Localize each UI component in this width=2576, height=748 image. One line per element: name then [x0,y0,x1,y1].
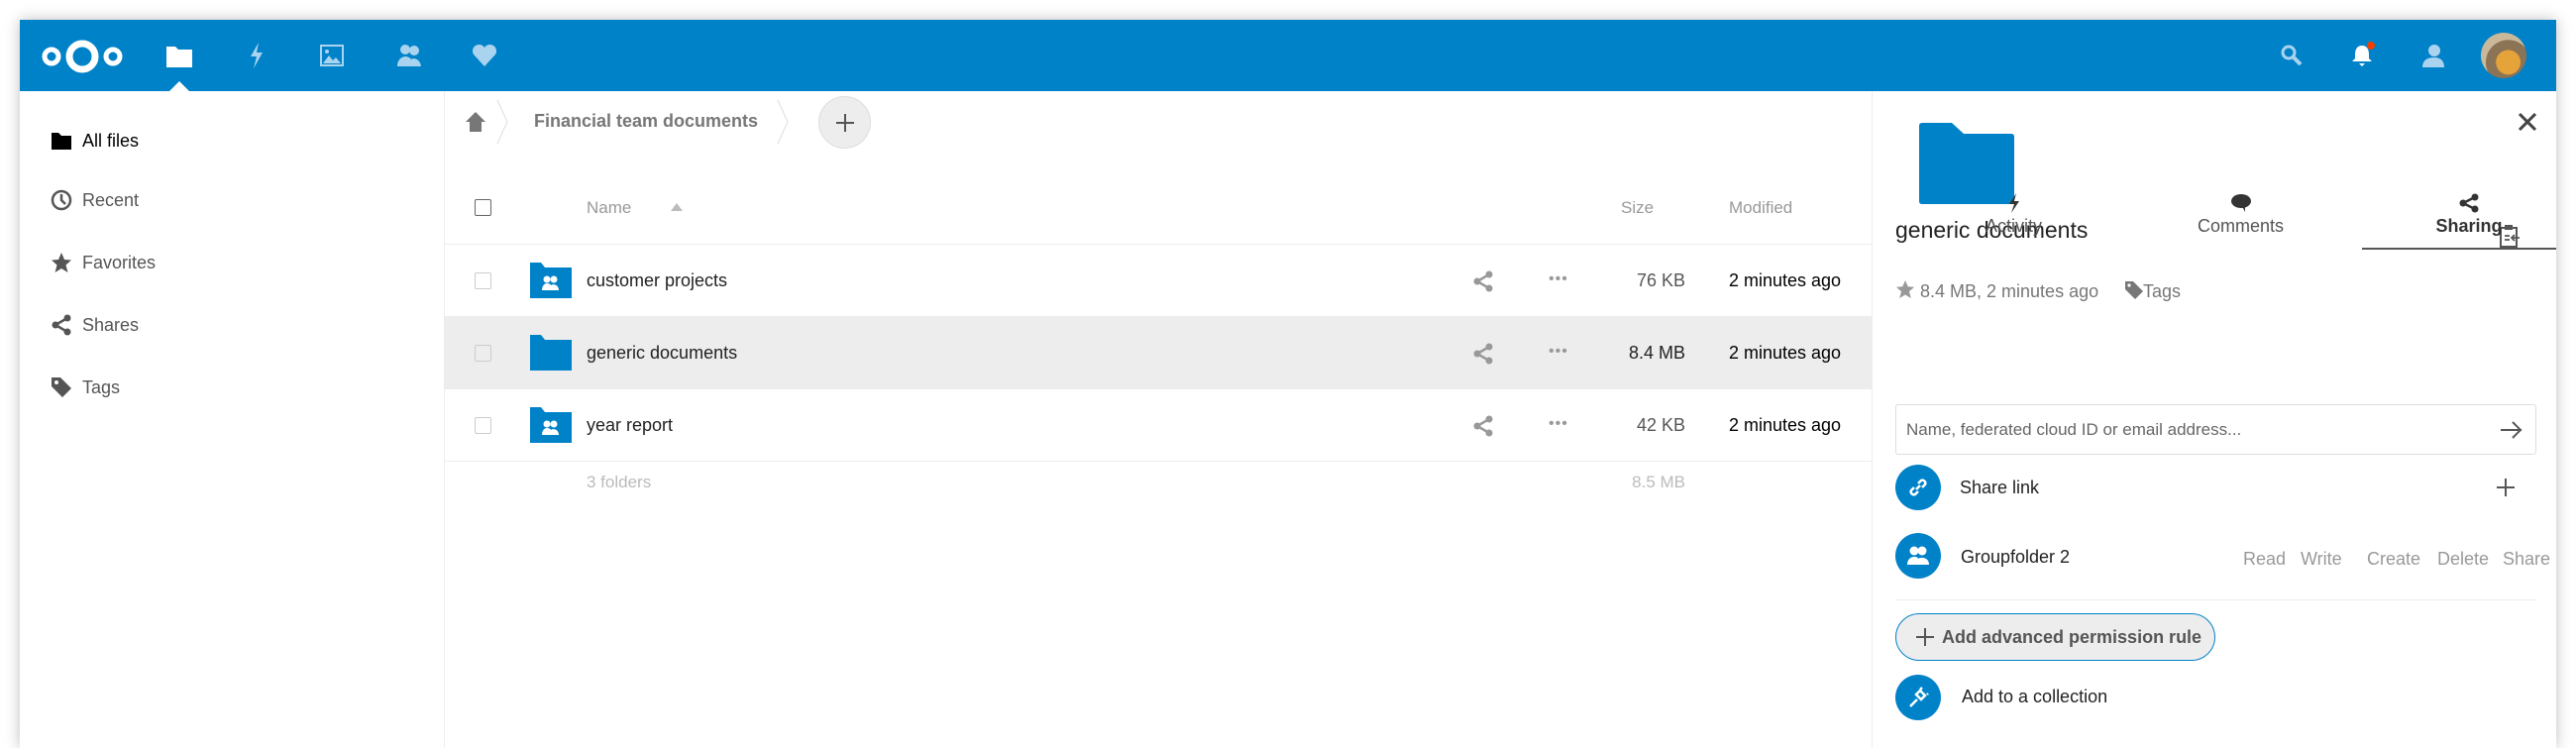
comment-icon [2134,190,2347,216]
folder-icon [50,129,73,153]
share-icon[interactable] [1472,270,1494,292]
permission-share[interactable]: Share [2503,549,2550,570]
app-window: All files Recent Favorites Shares Tags F… [20,20,2556,748]
sidebar-item-recent[interactable]: Recent [20,169,445,231]
row-checkbox[interactable] [475,417,491,434]
arrow-right-icon[interactable] [2500,420,2523,440]
details-meta: 8.4 MB, 2 minutes ago [1920,281,2099,301]
details-sidebar: generic documents 8.4 MB, 2 minutes ago … [1872,91,2556,748]
tags-link[interactable]: Tags [2143,281,2181,302]
sidebar-item-shares[interactable]: Shares [20,294,445,356]
file-size: 76 KB [1636,270,1685,290]
home-icon[interactable] [465,111,486,138]
add-to-collection[interactable]: Add to a collection [1962,687,2107,707]
files-app-icon[interactable] [161,38,197,73]
tab-activity[interactable]: Activity [1907,190,2120,250]
file-size: 8.4 MB [1628,343,1685,363]
select-all-checkbox[interactable] [475,199,491,216]
more-actions-icon[interactable]: ••• [1549,343,1568,361]
clock-icon [50,188,73,212]
tag-icon [2125,281,2143,299]
file-list-area: Financial team documents Name Size Modif… [445,91,1872,748]
new-button[interactable] [818,96,871,149]
table-row[interactable]: customer projects ••• 76 KB 2 minutes ag… [445,245,1872,317]
star-icon [50,251,73,274]
collection-icon [1895,675,1941,720]
more-actions-icon[interactable]: ••• [1549,415,1568,433]
add-share-link-icon[interactable] [2497,479,2515,496]
breadcrumb-separator [496,99,508,145]
name-column-header[interactable]: Name [587,198,631,218]
gallery-app-icon[interactable] [314,38,350,73]
file-modified: 2 minutes ago [1729,343,1842,363]
share-input-placeholder: Name, federated cloud ID or email addres… [1906,420,2242,439]
favorites-app-icon[interactable] [467,38,502,73]
plus-icon [835,113,854,132]
top-bar [20,20,2556,92]
group-folder-icon [530,263,572,298]
row-checkbox[interactable] [475,272,491,289]
sidebar: All files Recent Favorites Shares Tags [20,91,445,748]
more-actions-icon[interactable]: ••• [1549,270,1568,288]
favorite-star-icon[interactable] [1895,279,1915,299]
breadcrumb-separator [777,99,789,145]
share-icon[interactable] [1472,415,1494,437]
share-icon [50,313,73,337]
nextcloud-logo[interactable] [40,38,125,75]
permission-create[interactable]: Create [2367,549,2420,570]
share-icon [2362,190,2556,216]
table-row[interactable]: generic documents ••• 8.4 MB 2 minutes a… [445,317,1872,389]
add-advanced-permission-rule-button[interactable]: Add advanced permission rule [1895,613,2215,661]
table-header: Name Size Modified [445,172,1872,245]
group-name: Groupfolder 2 [1961,547,2071,567]
file-modified: 2 minutes ago [1729,270,1842,290]
file-name[interactable]: year report [587,415,673,436]
breadcrumb-item[interactable]: Financial team documents [534,111,758,132]
sidebar-item-favorites[interactable]: Favorites [20,232,445,293]
tab-comments[interactable]: Comments [2134,190,2347,250]
sort-ascending-icon [671,203,683,211]
user-avatar[interactable] [2481,33,2526,78]
group-folder-icon [530,407,572,443]
sidebar-item-all-files[interactable]: All files [20,110,439,171]
summary-count: 3 folders [587,473,652,491]
row-checkbox[interactable] [475,345,491,362]
search-icon[interactable] [2274,38,2309,73]
close-icon[interactable] [2518,112,2537,132]
share-link-label: Share link [1960,478,2040,497]
modified-column-header[interactable]: Modified [1729,198,1792,218]
link-icon [1895,465,1941,510]
file-name[interactable]: generic documents [587,343,737,364]
contacts-app-icon[interactable] [391,38,427,73]
tab-sharing[interactable]: Sharing [2362,190,2556,250]
summary-size: 8.5 MB [1632,473,1685,491]
share-icon[interactable] [1472,343,1494,365]
sidebar-item-tags[interactable]: Tags [20,357,445,418]
activity-app-icon[interactable] [239,38,274,73]
permission-read[interactable]: Read [2243,549,2286,570]
divider [1895,599,2536,600]
file-name[interactable]: customer projects [587,270,727,291]
tag-icon [50,375,73,399]
permission-write[interactable]: Write [2301,549,2342,570]
notification-badge [2367,42,2375,50]
contacts-menu-icon[interactable] [2415,38,2450,73]
size-column-header[interactable]: Size [1621,198,1654,218]
table-row[interactable]: year report ••• 42 KB 2 minutes ago [445,389,1872,462]
activity-icon [1907,190,2120,216]
folder-icon [530,335,572,371]
group-icon [1895,533,1941,579]
breadcrumb: Financial team documents [445,91,1872,153]
file-size: 42 KB [1636,415,1685,435]
share-with-input[interactable]: Name, federated cloud ID or email addres… [1895,404,2536,455]
plus-icon [1916,628,1934,646]
notifications-bell-icon[interactable] [2344,38,2380,73]
permission-delete[interactable]: Delete [2437,549,2489,570]
file-modified: 2 minutes ago [1729,415,1842,435]
